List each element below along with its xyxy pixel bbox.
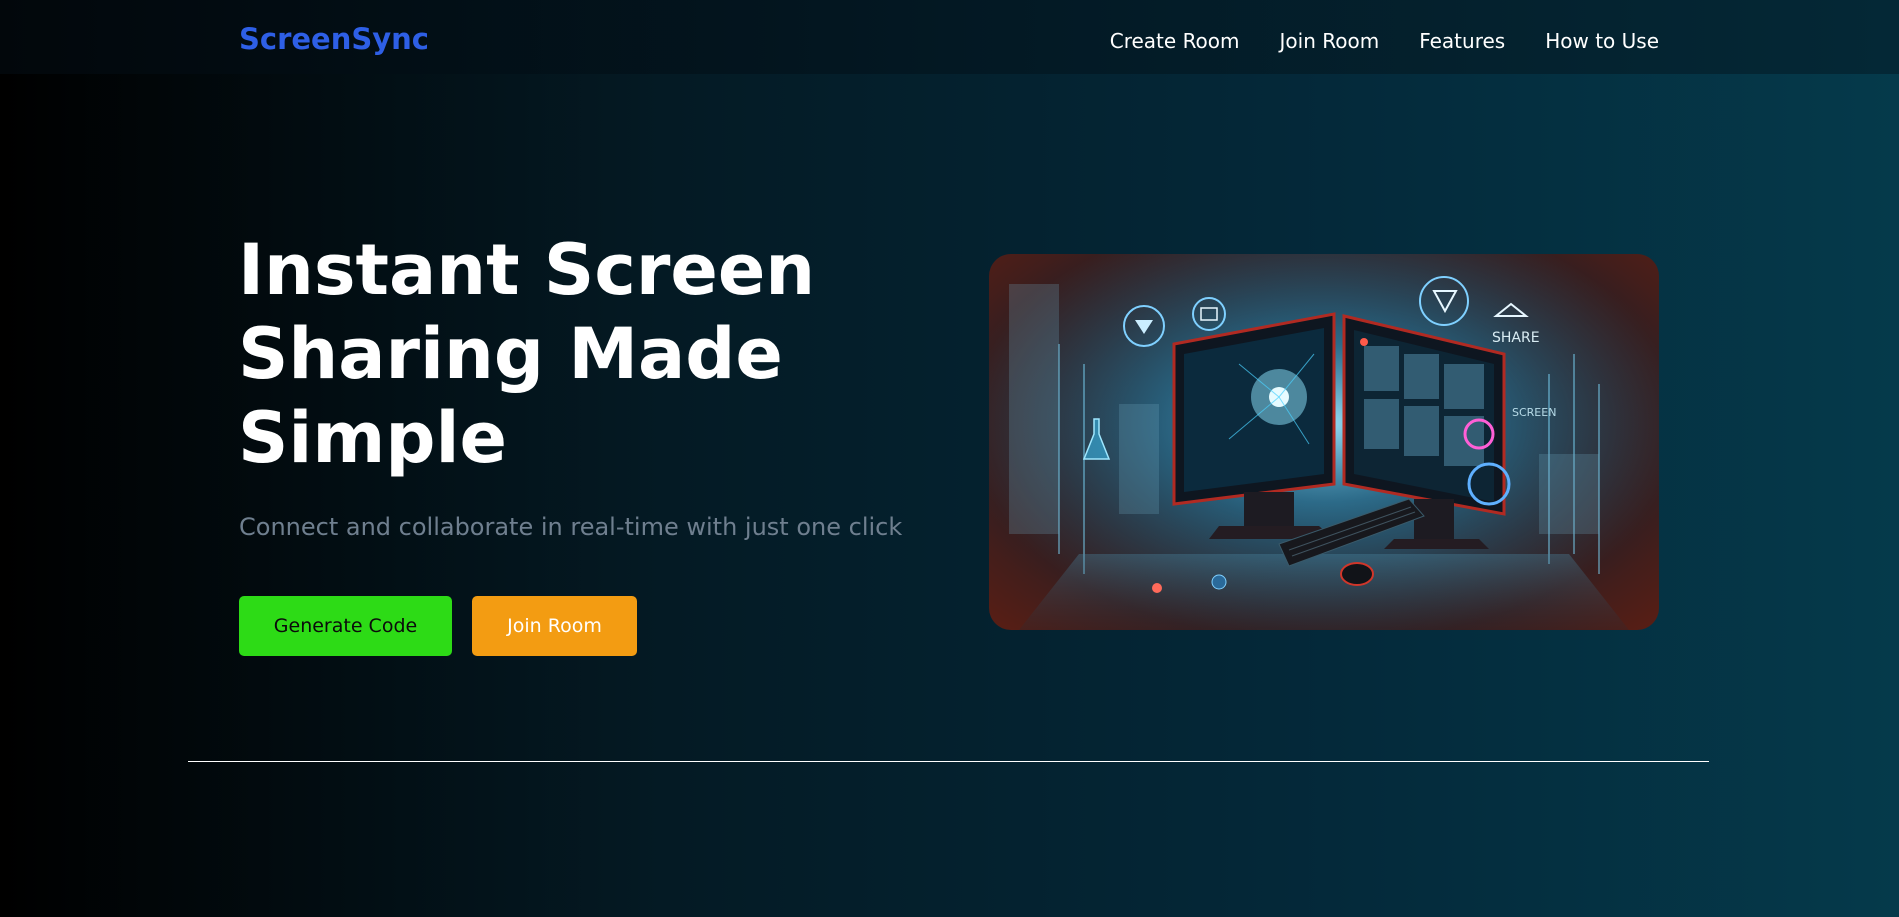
screen-text: SCREEN (1512, 406, 1556, 419)
hero-illustration: SHARE SCREEN (989, 254, 1659, 630)
generate-code-button[interactable]: Generate Code (239, 596, 452, 656)
hero-title-line-2: Sharing Made (238, 313, 783, 395)
nav-links: Create Room Join Room Features How to Us… (1110, 29, 1659, 53)
hero-subtitle: Connect and collaborate in real-time wit… (239, 513, 903, 541)
screen-sharing-illustration: SHARE SCREEN (989, 254, 1659, 630)
hero-title: Instant Screen Sharing Made Simple (238, 228, 878, 480)
nav-item-features[interactable]: Features (1419, 29, 1505, 53)
nav-item-join-room[interactable]: Join Room (1280, 29, 1380, 53)
hero-title-line-1: Instant Screen (238, 229, 816, 311)
share-text: SHARE (1492, 330, 1540, 346)
nav-item-create-room[interactable]: Create Room (1110, 29, 1240, 53)
join-room-button[interactable]: Join Room (472, 596, 637, 656)
section-divider (188, 761, 1709, 762)
navbar: ScreenSync Create Room Join Room Feature… (0, 0, 1899, 74)
nav-item-how-to-use[interactable]: How to Use (1545, 29, 1659, 53)
brand-logo[interactable]: ScreenSync (239, 22, 429, 56)
hero-title-line-3: Simple (238, 397, 507, 479)
mouse-icon (1340, 562, 1374, 586)
